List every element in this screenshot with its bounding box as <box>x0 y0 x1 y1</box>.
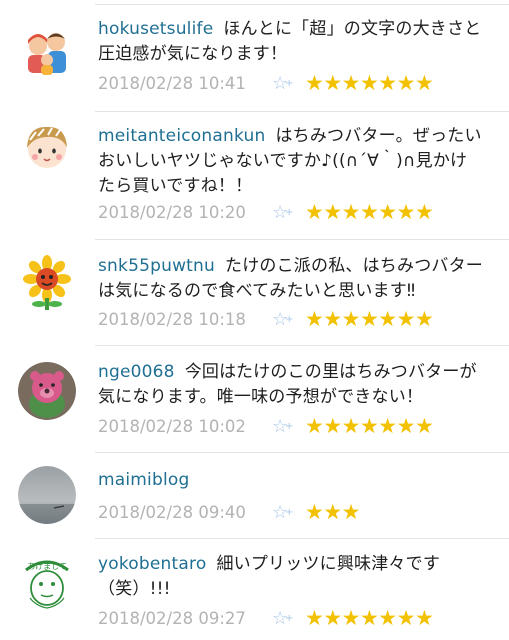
star-rating: ★★★★★★★ <box>305 414 434 438</box>
sunflower-avatar-icon[interactable] <box>18 254 76 312</box>
star-plus-icon[interactable]: ☆ + <box>272 73 294 95</box>
comment-body: yokobentaro 細いプリッツに興味津々です（笑）!!! <box>98 552 483 602</box>
username-link[interactable]: snk55puwtnu <box>98 256 215 276</box>
separator <box>95 345 509 346</box>
comment-body: hokusetsulife ほんとに「超」の文字の大きさと圧迫感が気になります！ <box>98 17 483 67</box>
username-link[interactable]: meitanteiconankun <box>98 126 265 146</box>
star-plus-icon[interactable]: ☆ + <box>272 416 294 438</box>
comment-list: hokusetsulife ほんとに「超」の文字の大きさと圧迫感が気になります！ … <box>0 0 509 640</box>
username-link[interactable]: yokobentaro <box>98 554 206 574</box>
timestamp: 2018/02/28 09:27 <box>98 609 246 628</box>
separator <box>95 452 509 453</box>
star-rating: ★★★★★★★ <box>305 606 434 630</box>
girl-face-avatar-icon[interactable] <box>18 118 76 176</box>
separator <box>95 111 509 112</box>
star-rating: ★★★★★★★ <box>305 71 434 95</box>
star-rating: ★★★★★★★ <box>305 200 434 224</box>
username-link[interactable]: hokusetsulife <box>98 19 213 39</box>
sketch-face-avatar-icon[interactable]: あけまして <box>18 552 76 610</box>
star-plus-icon[interactable]: ☆ + <box>272 309 294 331</box>
sky-avatar-icon[interactable] <box>18 466 76 524</box>
comment-body: meitanteiconankun はちみつバター。ぜったいおいしいヤツじゃないで… <box>98 124 483 199</box>
username-link[interactable]: nge0068 <box>98 362 175 382</box>
username-link[interactable]: maimiblog <box>98 470 190 490</box>
separator <box>95 4 509 5</box>
comment-body: snk55puwtnu たけのこ派の私、はちみつバターは気になるので食べてみたいと… <box>98 254 483 304</box>
star-rating: ★★★ <box>305 500 360 524</box>
pink-bear-avatar-icon[interactable] <box>18 362 76 420</box>
separator <box>95 239 509 240</box>
star-plus-icon[interactable]: ☆ + <box>272 202 294 224</box>
star-plus-icon[interactable]: ☆ + <box>272 502 294 524</box>
timestamp: 2018/02/28 10:20 <box>98 203 246 222</box>
comment-body: maimiblog <box>98 468 483 493</box>
comment-body: nge0068 今回はたけのこの里はちみつバターが気になります。唯一味の予想ができ… <box>98 360 483 410</box>
timestamp: 2018/02/28 10:41 <box>98 74 246 93</box>
star-rating: ★★★★★★★ <box>305 307 434 331</box>
svg-text:あけまして: あけまして <box>27 562 67 571</box>
timestamp: 2018/02/28 09:40 <box>98 503 246 522</box>
family-avatar-icon[interactable] <box>18 22 76 80</box>
separator <box>95 538 509 539</box>
timestamp: 2018/02/28 10:18 <box>98 310 246 329</box>
timestamp: 2018/02/28 10:02 <box>98 417 246 436</box>
star-plus-icon[interactable]: ☆ + <box>272 608 294 630</box>
